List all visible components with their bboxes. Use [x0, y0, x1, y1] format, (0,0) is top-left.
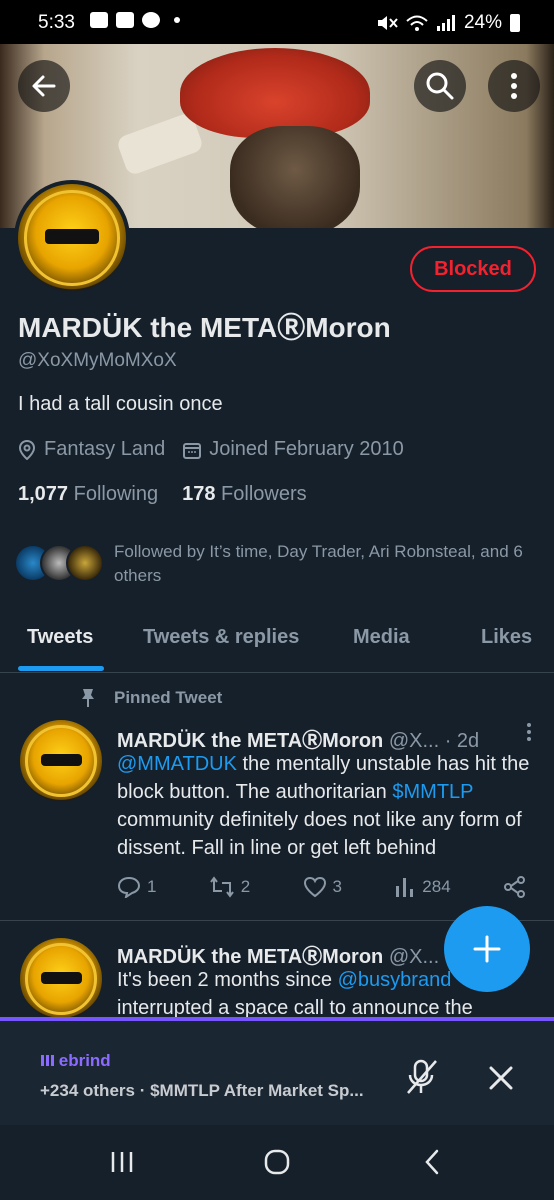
followed-by[interactable]: Followed by It’s time, Day Trader, Ari R…: [14, 540, 554, 588]
tweet-more-button[interactable]: [526, 722, 532, 748]
followed-by-text: Followed by It’s time, Day Trader, Ari R…: [114, 542, 523, 585]
reply-icon: [117, 876, 141, 898]
more-options-button[interactable]: [488, 60, 540, 112]
tweet-author-handle: @X...: [388, 946, 440, 968]
audio-bars-icon: [41, 1055, 54, 1066]
cashtag-link[interactable]: $MMTLP: [392, 781, 473, 803]
tweet-actions: 1 2 3 284: [117, 876, 527, 898]
search-icon: [426, 72, 454, 100]
tweet-avatar[interactable]: [18, 936, 104, 1022]
close-space-button[interactable]: [482, 1059, 520, 1097]
system-icons: 24%: [376, 12, 520, 34]
reply-count: 1: [147, 877, 157, 896]
spaces-docked-player[interactable]: ebrind +234 others · $MMTLP After Market…: [0, 1017, 554, 1129]
share-button[interactable]: [503, 876, 527, 898]
tab-likes[interactable]: Likes: [481, 626, 532, 649]
mention-link[interactable]: @busybrand: [338, 969, 452, 991]
tweet-body: @MMATDUK the mentally unstable has hit t…: [117, 753, 530, 859]
tab-media[interactable]: Media: [353, 626, 410, 649]
youtube-icon: [116, 12, 134, 28]
reply-button[interactable]: 1: [117, 876, 156, 898]
status-bar: 5:33 24%: [0, 0, 554, 44]
chevron-left-icon: [425, 1149, 439, 1175]
tweet-author-name[interactable]: MARDÜK the METAⓇMoron: [117, 730, 383, 752]
gallery-icon: [90, 12, 108, 28]
joined-item: Joined February 2010: [183, 438, 404, 461]
avatar: [66, 544, 104, 582]
notification-icons: [90, 12, 180, 28]
close-icon: [489, 1066, 513, 1090]
like-count: 3: [332, 877, 342, 896]
more-vertical-icon: [527, 723, 531, 741]
battery-icon: [510, 14, 520, 32]
location-item: Fantasy Land: [18, 438, 165, 461]
pinned-label: Pinned Tweet: [80, 688, 222, 708]
plus-icon: [473, 935, 501, 963]
tweet-avatar[interactable]: [18, 718, 104, 804]
profile-name: MARDÜK the METAⓇMoron: [18, 312, 391, 343]
compose-tweet-button[interactable]: [444, 906, 530, 992]
signal-icon: [436, 15, 455, 31]
following-link[interactable]: 1,077 Following: [18, 483, 158, 506]
like-button[interactable]: 3: [303, 876, 342, 898]
banner-art-hat: [180, 48, 370, 138]
profile-handle: @XoXMyMoMXoX: [18, 350, 177, 371]
followers-label: Followers: [221, 483, 307, 505]
retweet-button[interactable]: 2: [209, 876, 250, 898]
mic-off-icon: [407, 1059, 437, 1094]
search-button[interactable]: [414, 60, 466, 112]
active-tab-indicator: [18, 666, 104, 671]
tab-tweets-replies[interactable]: Tweets & replies: [143, 626, 299, 649]
recent-apps-button[interactable]: [102, 1145, 142, 1179]
heart-icon: [303, 876, 326, 898]
profile-avatar[interactable]: [14, 180, 130, 296]
wifi-icon: [406, 15, 428, 31]
messenger-icon: [142, 12, 160, 28]
share-icon: [503, 876, 525, 898]
mic-muted-button[interactable]: [402, 1057, 442, 1097]
battery-percent: 24%: [463, 12, 502, 33]
views-button[interactable]: 284: [394, 876, 451, 898]
back-button[interactable]: [18, 60, 70, 112]
tweet-time: · 2d: [444, 730, 480, 752]
system-nav-bar: [0, 1125, 554, 1200]
tweet-author-handle: @X...: [388, 730, 440, 752]
joined-text: Joined February 2010: [209, 438, 404, 460]
tweet-author-name[interactable]: MARDÜK the METAⓇMoron: [117, 946, 383, 968]
views-count: 284: [422, 877, 451, 896]
pin-icon: [82, 689, 94, 707]
home-button[interactable]: [257, 1145, 297, 1179]
mute-icon: [377, 16, 398, 30]
followers-link[interactable]: 178 Followers: [182, 483, 307, 506]
retweet-count: 2: [240, 877, 251, 896]
location-pin-icon: [18, 439, 36, 460]
views-icon: [396, 878, 414, 897]
back-arrow-icon: [32, 75, 56, 97]
profile-bio: I had a tall cousin once: [18, 393, 223, 415]
tweet-header: MARDÜK the METAⓇMoron @X... · 2d: [117, 724, 479, 753]
followed-by-avatars: [14, 544, 104, 582]
recent-apps-icon: [111, 1152, 133, 1172]
mention-link[interactable]: @MMATDUK: [117, 753, 237, 775]
more-vertical-icon: [511, 73, 517, 99]
location-text: Fantasy Land: [44, 438, 166, 460]
following-count: 1,077: [18, 483, 69, 505]
calendar-icon: [183, 442, 202, 459]
banner-art-face: [230, 126, 360, 228]
following-label: Following: [73, 483, 159, 505]
tweet-header: MARDÜK the METAⓇMoron @X...: [117, 940, 439, 969]
follow-stats: 1,077 Following 178 Followers: [18, 483, 307, 506]
profile-meta: Fantasy Land Joined February 2010: [18, 438, 404, 461]
space-subtitle: +234 others · $MMTLP After Market Sp...: [40, 1081, 364, 1100]
space-host: ebrind: [40, 1051, 111, 1071]
status-time: 5:33: [38, 12, 75, 33]
back-nav-button[interactable]: [412, 1145, 452, 1179]
profile-tabs: Tweets Tweets & replies Media Likes: [0, 612, 554, 673]
blocked-button[interactable]: Blocked: [410, 246, 536, 292]
followers-count: 178: [182, 483, 216, 505]
more-notifications-icon: [174, 17, 180, 23]
retweet-icon: [209, 876, 234, 898]
home-icon: [264, 1149, 290, 1175]
tab-tweets[interactable]: Tweets: [27, 626, 93, 649]
